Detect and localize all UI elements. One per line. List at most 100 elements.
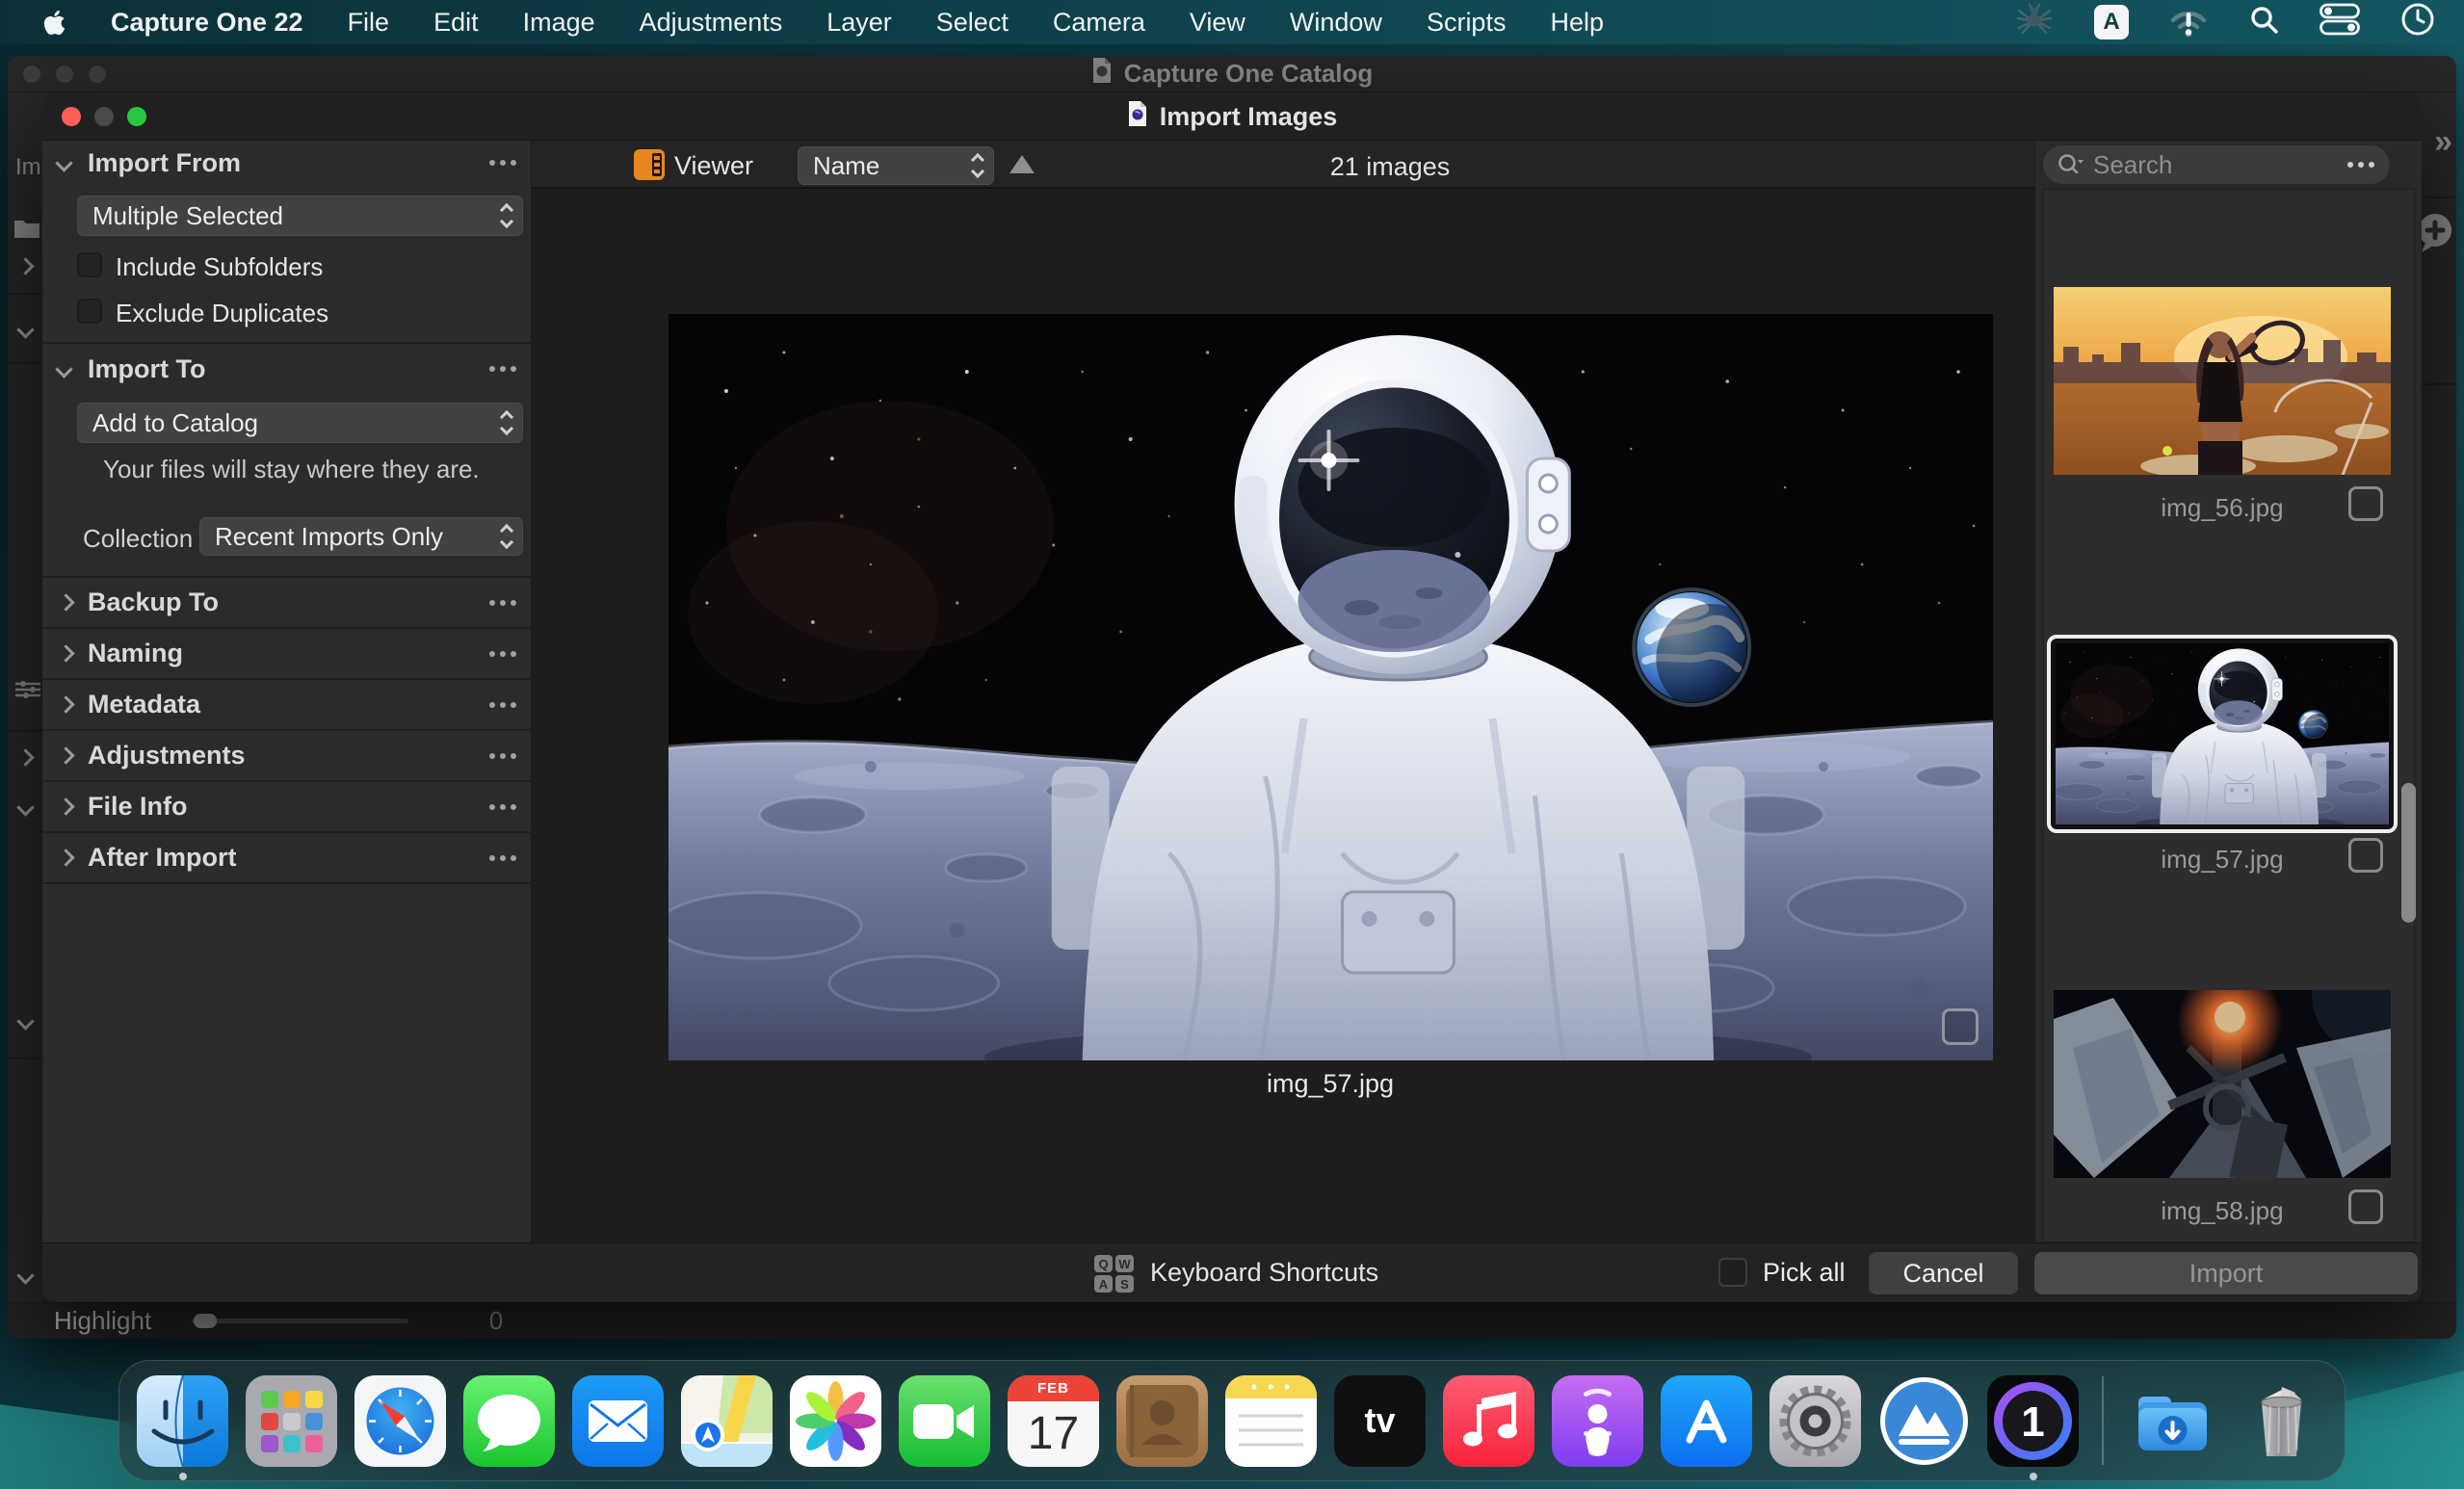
exclude-duplicates-checkbox[interactable] — [77, 299, 102, 324]
dock-system-preferences-icon[interactable] — [1769, 1375, 1861, 1467]
dock-facetime-icon[interactable] — [899, 1375, 990, 1467]
dock-maps-icon[interactable] — [681, 1375, 773, 1467]
thumbnail-pick-checkbox[interactable] — [2348, 1189, 2383, 1224]
dock-safari-icon[interactable] — [354, 1375, 446, 1467]
import-to-options-icon[interactable] — [489, 366, 516, 372]
preview-caption: img_57.jpg — [1138, 1069, 1523, 1099]
dock-contacts-icon[interactable] — [1116, 1375, 1208, 1467]
import-from-header[interactable]: Import From — [42, 141, 532, 185]
dock-finder-icon[interactable] — [137, 1375, 228, 1467]
search-icon[interactable] — [2057, 152, 2085, 177]
menu-view[interactable]: View — [1190, 8, 1245, 38]
collection-select[interactable]: Recent Imports Only — [199, 517, 523, 556]
search-field[interactable] — [2043, 145, 2390, 184]
menu-app-name[interactable]: Capture One 22 — [111, 8, 303, 38]
thumbnail-img-58[interactable] — [2054, 990, 2391, 1178]
highlight-slider[interactable] — [192, 1319, 408, 1323]
bg-chevron-right-icon[interactable] — [16, 748, 34, 766]
add-annotation-icon[interactable] — [2416, 212, 2454, 259]
search-input[interactable] — [2093, 150, 2334, 180]
viewer-mode-icon[interactable] — [634, 149, 665, 185]
include-subfolders-checkbox[interactable] — [77, 252, 102, 277]
bg-zoom-button[interactable] — [89, 65, 106, 83]
bg-close-button[interactable] — [23, 65, 40, 83]
menu-help[interactable]: Help — [1550, 8, 1604, 38]
menu-adjustments[interactable]: Adjustments — [640, 8, 783, 38]
metadata-options-icon[interactable] — [489, 702, 516, 708]
collapse-panel-icon[interactable]: » — [2434, 123, 2452, 161]
keyboard-shortcuts-icon[interactable]: QW AS — [1094, 1255, 1134, 1293]
input-source-icon[interactable]: A — [2094, 5, 2129, 39]
dock-messages-icon[interactable] — [463, 1375, 555, 1467]
bg-chevron-right-icon[interactable] — [16, 257, 34, 274]
menu-layer[interactable]: Layer — [826, 8, 892, 38]
cancel-button[interactable]: Cancel — [1869, 1252, 2018, 1294]
file-info-section[interactable]: File Info — [42, 782, 532, 833]
bg-chevron-down-icon[interactable] — [16, 1267, 34, 1284]
sort-by-select[interactable]: Name — [798, 146, 994, 185]
drweb-spider-icon[interactable] — [2015, 3, 2054, 42]
wifi-alert-icon[interactable] — [2169, 7, 2208, 38]
main-preview-image[interactable] — [668, 314, 1993, 1060]
dock-launchpad-icon[interactable] — [246, 1375, 337, 1467]
bg-minimize-button[interactable] — [56, 65, 73, 83]
bg-chevron-down-icon[interactable] — [16, 798, 34, 816]
dock-mail-icon[interactable] — [572, 1375, 664, 1467]
dock-capture-one-icon[interactable]: 1 — [1987, 1375, 2079, 1467]
dock-music-icon[interactable] — [1443, 1375, 1534, 1467]
zoom-button[interactable] — [127, 107, 146, 126]
after-import-options-icon[interactable] — [489, 855, 516, 861]
import-to-header[interactable]: Import To — [42, 347, 532, 391]
menu-window[interactable]: Window — [1290, 8, 1382, 38]
minimize-button[interactable] — [94, 107, 114, 126]
adjustments-section[interactable]: Adjustments — [42, 731, 532, 782]
control-center-icon[interactable] — [2320, 3, 2360, 42]
dock-app-store-icon[interactable] — [1661, 1375, 1752, 1467]
dock-notes-icon[interactable] — [1225, 1375, 1317, 1467]
dock-downloads-icon[interactable] — [2127, 1375, 2218, 1467]
thumbnail-img-56[interactable] — [2054, 287, 2391, 475]
pick-all-checkbox[interactable] — [1718, 1258, 1747, 1287]
apple-menu-icon[interactable] — [42, 9, 66, 37]
close-button[interactable] — [62, 107, 81, 126]
bg-chevron-down-icon[interactable] — [16, 1012, 34, 1030]
dock-monitor-app-icon[interactable] — [1878, 1375, 1970, 1467]
thumbnail-pick-checkbox[interactable] — [2348, 486, 2383, 521]
dock-trash-icon[interactable] — [2236, 1375, 2327, 1467]
menu-image[interactable]: Image — [523, 8, 595, 38]
menu-camera[interactable]: Camera — [1053, 8, 1145, 38]
dock-tv-icon[interactable]: tv — [1334, 1375, 1426, 1467]
clock-icon[interactable] — [2400, 2, 2435, 43]
backup-to-options-icon[interactable] — [489, 600, 516, 606]
adjustments-options-icon[interactable] — [489, 753, 516, 759]
metadata-section[interactable]: Metadata — [42, 680, 532, 731]
preview-pick-checkbox[interactable] — [1942, 1008, 1979, 1045]
naming-options-icon[interactable] — [489, 651, 516, 657]
naming-section[interactable]: Naming — [42, 629, 532, 680]
folder-icon[interactable] — [13, 218, 40, 244]
menu-scripts[interactable]: Scripts — [1427, 8, 1507, 38]
thumbnail-img-57[interactable] — [2056, 643, 2389, 824]
import-button[interactable]: Import — [2034, 1252, 2418, 1294]
search-options-icon[interactable] — [2347, 162, 2374, 168]
import-source-select[interactable]: Multiple Selected — [77, 196, 523, 236]
highlight-slider-handle[interactable] — [194, 1314, 217, 1328]
dock-photos-icon[interactable] — [790, 1375, 881, 1467]
import-destination-select[interactable]: Add to Catalog — [77, 403, 523, 443]
import-from-options-icon[interactable] — [489, 160, 516, 166]
spotlight-search-icon[interactable] — [2248, 4, 2279, 41]
keyboard-shortcuts-label[interactable]: Keyboard Shortcuts — [1150, 1258, 1378, 1288]
sort-ascending-icon[interactable] — [1009, 155, 1035, 173]
menu-select[interactable]: Select — [936, 8, 1009, 38]
bg-chevron-down-icon[interactable] — [16, 321, 34, 338]
after-import-section[interactable]: After Import — [42, 833, 532, 884]
menu-edit[interactable]: Edit — [433, 8, 479, 38]
backup-to-section[interactable]: Backup To — [42, 578, 532, 629]
browser-scrollbar[interactable] — [2401, 783, 2416, 923]
sliders-icon[interactable] — [15, 680, 40, 704]
menu-file[interactable]: File — [348, 8, 390, 38]
file-info-options-icon[interactable] — [489, 804, 516, 810]
dock-podcasts-icon[interactable] — [1552, 1375, 1643, 1467]
thumbnail-pick-checkbox[interactable] — [2348, 838, 2383, 873]
dock-calendar-icon[interactable]: FEB 17 — [1008, 1375, 1099, 1467]
